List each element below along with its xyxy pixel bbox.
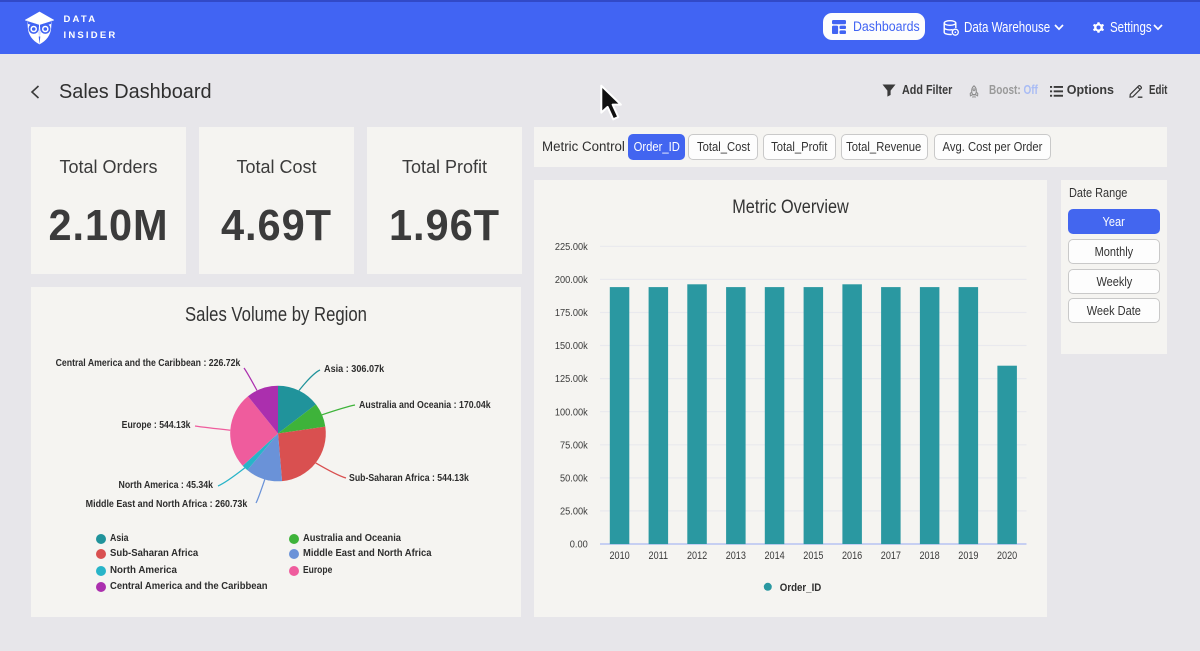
svg-text:2010: 2010 <box>610 550 631 562</box>
svg-text:2017: 2017 <box>881 550 902 562</box>
svg-text:2019: 2019 <box>958 550 979 562</box>
svg-text:2018: 2018 <box>920 550 941 562</box>
svg-text:150.00k: 150.00k <box>555 341 588 352</box>
svg-text:25.00k: 25.00k <box>560 506 588 517</box>
svg-text:75.00k: 75.00k <box>560 440 588 451</box>
svg-text:2011: 2011 <box>649 550 669 562</box>
svg-text:2014: 2014 <box>765 550 786 562</box>
svg-text:2016: 2016 <box>842 550 863 562</box>
svg-text:175.00k: 175.00k <box>555 308 588 319</box>
svg-text:125.00k: 125.00k <box>555 374 588 385</box>
svg-text:200.00k: 200.00k <box>555 275 588 286</box>
svg-text:100.00k: 100.00k <box>555 407 588 418</box>
svg-text:2013: 2013 <box>726 550 747 562</box>
svg-text:2015: 2015 <box>803 550 824 562</box>
svg-text:2020: 2020 <box>997 550 1018 562</box>
svg-text:225.00k: 225.00k <box>555 242 588 253</box>
svg-text:2012: 2012 <box>687 550 708 562</box>
svg-text:0.00: 0.00 <box>570 539 588 550</box>
svg-text:50.00k: 50.00k <box>560 473 588 484</box>
svg-text:Order_ID: Order_ID <box>780 582 822 594</box>
